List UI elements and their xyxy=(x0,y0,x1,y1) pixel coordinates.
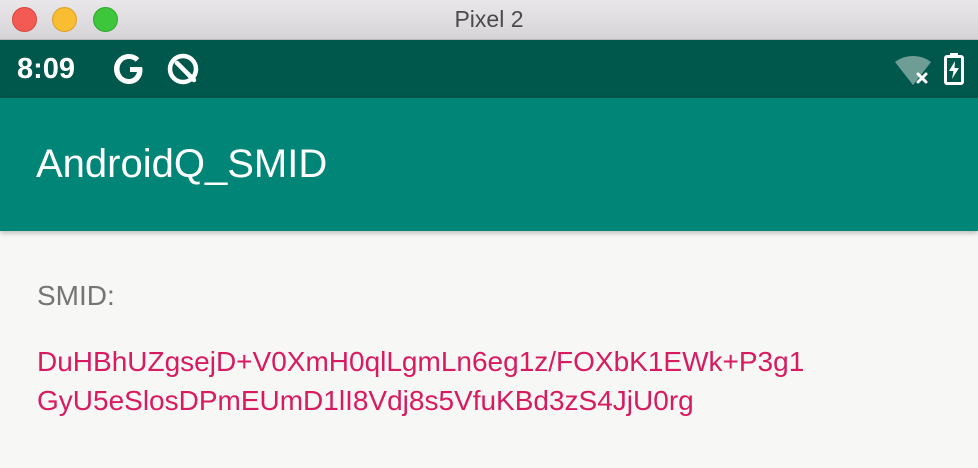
app-title: AndroidQ_SMID xyxy=(36,142,328,186)
android-status-bar: 8:09 xyxy=(0,40,978,98)
smid-label: SMID: xyxy=(37,280,115,311)
smid-value-line-2: GyU5eSlosDPmEUmD1lI8Vdj8s5VfuKBd3zS4JjU0… xyxy=(37,385,694,416)
battery-charging-icon xyxy=(944,53,964,85)
window-title: Pixel 2 xyxy=(454,6,524,32)
smid-value: DuHBhUZgsejD+V0XmH0qlLgmLn6eg1z/FOXbK1EW… xyxy=(37,342,967,420)
emulator-window: Pixel 2 8:09 AndroidQ_SMID SMID: DuHBhUZ… xyxy=(0,0,978,468)
google-g-icon xyxy=(114,54,143,84)
android-q-icon xyxy=(167,53,199,85)
smid-value-line-1: DuHBhUZgsejD+V0XmH0qlLgmLn6eg1z/FOXbK1EW… xyxy=(37,346,805,377)
wifi-no-internet-icon xyxy=(895,56,931,85)
app-bar: AndroidQ_SMID xyxy=(0,98,978,231)
main-content: SMID: DuHBhUZgsejD+V0XmH0qlLgmLn6eg1z/FO… xyxy=(0,231,978,468)
window-titlebar: Pixel 2 xyxy=(0,0,978,40)
status-clock: 8:09 xyxy=(17,53,76,85)
